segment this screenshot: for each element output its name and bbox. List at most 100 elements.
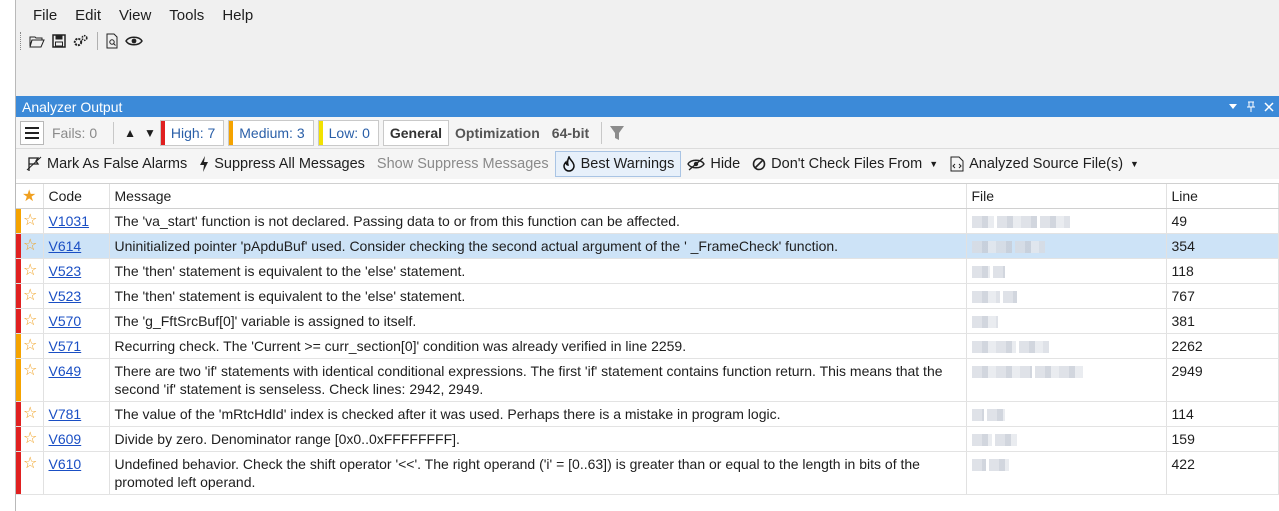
open-folder-icon[interactable] xyxy=(27,31,47,51)
star-outline-icon[interactable]: ☆ xyxy=(23,362,37,379)
settings-gears-icon[interactable] xyxy=(71,31,91,51)
warning-code-link[interactable]: V523 xyxy=(49,288,82,304)
code-cell[interactable]: V570 xyxy=(43,308,110,334)
code-cell[interactable]: V609 xyxy=(43,426,110,452)
dropdown-icon[interactable] xyxy=(1227,101,1239,113)
warning-code-link[interactable]: V570 xyxy=(49,313,82,329)
table-row[interactable]: ☆ V523 The 'then' statement is equivalent … xyxy=(16,258,1279,284)
menu-view[interactable]: View xyxy=(110,7,160,24)
code-cell[interactable]: V523 xyxy=(43,258,110,284)
code-cell[interactable]: V649 xyxy=(43,358,110,402)
warning-code-link[interactable]: V614 xyxy=(49,238,82,254)
dont-check-files-dropdown[interactable]: Don't Check Files From ▼ xyxy=(746,151,944,177)
favorite-cell[interactable]: ☆ xyxy=(16,333,44,359)
code-cell[interactable]: V614 xyxy=(43,233,110,259)
menu-file[interactable]: File xyxy=(24,7,66,24)
star-outline-icon[interactable]: ☆ xyxy=(23,405,37,422)
file-cell[interactable] xyxy=(966,258,1167,284)
save-icon[interactable] xyxy=(49,31,69,51)
file-cell[interactable] xyxy=(966,401,1167,427)
line-cell: 114 xyxy=(1166,401,1279,427)
warning-code-link[interactable]: V609 xyxy=(49,431,82,447)
next-arrow-icon[interactable]: ▼ xyxy=(144,126,156,140)
favorite-cell[interactable]: ☆ xyxy=(16,358,44,402)
warning-code-link[interactable]: V571 xyxy=(49,338,82,354)
mark-false-alarms-button[interactable]: Mark As False Alarms xyxy=(20,151,193,177)
menu-hamburger-icon[interactable] xyxy=(20,120,44,145)
table-row[interactable]: ☆ V570 The 'g_FftSrcBuf[0]' variable is as… xyxy=(16,308,1279,334)
code-cell[interactable]: V571 xyxy=(43,333,110,359)
column-header-code[interactable]: Code xyxy=(43,184,110,209)
show-suppress-messages-button[interactable]: Show Suppress Messages xyxy=(371,151,555,177)
star-outline-icon[interactable]: ☆ xyxy=(23,212,37,229)
file-cell[interactable] xyxy=(966,283,1167,309)
column-header-message[interactable]: Message xyxy=(109,184,967,209)
tab-general[interactable]: General xyxy=(382,119,450,146)
favorite-cell[interactable]: ☆ xyxy=(16,451,44,495)
file-cell[interactable] xyxy=(966,208,1167,234)
best-warnings-button[interactable]: Best Warnings xyxy=(554,151,682,177)
table-row[interactable]: ☆ V649 There are two 'if' statements with … xyxy=(16,358,1279,402)
analyzed-source-files-dropdown[interactable]: Analyzed Source File(s) ▼ xyxy=(944,151,1145,177)
toolbar-grip[interactable] xyxy=(20,32,23,50)
star-outline-icon[interactable]: ☆ xyxy=(23,430,37,447)
warning-code-link[interactable]: V523 xyxy=(49,263,82,279)
table-row[interactable]: ☆ V523 The 'then' statement is equivalent … xyxy=(16,283,1279,309)
star-outline-icon[interactable]: ☆ xyxy=(23,312,37,329)
close-icon[interactable] xyxy=(1263,101,1275,113)
tab-64-bit[interactable]: 64-bit xyxy=(546,120,595,146)
warning-code-link[interactable]: V781 xyxy=(49,406,82,422)
table-row[interactable]: ☆ V610 Undefined behavior. Check the shift… xyxy=(16,451,1279,495)
favorite-cell[interactable]: ☆ xyxy=(16,401,44,427)
warning-code-link[interactable]: V649 xyxy=(49,363,82,379)
code-cell[interactable]: V610 xyxy=(43,451,110,495)
pin-icon[interactable] xyxy=(1245,101,1257,113)
find-document-icon[interactable] xyxy=(102,31,122,51)
redacted-filename xyxy=(971,215,994,228)
file-cell[interactable] xyxy=(966,233,1167,259)
star-outline-icon[interactable]: ☆ xyxy=(23,262,37,279)
table-row[interactable]: ☆ V614 Uninitialized pointer 'pApduBuf' us… xyxy=(16,233,1279,259)
code-cell[interactable]: V781 xyxy=(43,401,110,427)
favorite-cell[interactable]: ☆ xyxy=(16,426,44,452)
star-outline-icon[interactable]: ☆ xyxy=(23,237,37,254)
star-outline-icon[interactable]: ☆ xyxy=(23,455,37,472)
file-cell[interactable] xyxy=(966,451,1167,495)
warning-code-link[interactable]: V1031 xyxy=(49,213,89,229)
favorite-cell[interactable]: ☆ xyxy=(16,258,44,284)
code-cell[interactable]: V523 xyxy=(43,283,110,309)
menu-help[interactable]: Help xyxy=(213,7,262,24)
column-header-line[interactable]: Line xyxy=(1166,184,1279,209)
suppress-all-messages-button[interactable]: Suppress All Messages xyxy=(193,151,371,177)
file-cell[interactable] xyxy=(966,333,1167,359)
table-row[interactable]: ☆ V781 The value of the 'mRtcHdId' index i… xyxy=(16,401,1279,427)
file-cell[interactable] xyxy=(966,426,1167,452)
previous-arrow-icon[interactable]: ▲ xyxy=(124,126,136,140)
favorite-cell[interactable]: ☆ xyxy=(16,208,44,234)
warning-code-link[interactable]: V610 xyxy=(49,456,82,472)
table-row[interactable]: ☆ V571 Recurring check. The 'Current >= cu… xyxy=(16,333,1279,359)
eye-icon[interactable] xyxy=(124,31,144,51)
filter-low[interactable]: Low: 0 xyxy=(317,119,379,146)
table-row[interactable]: ☆ V609 Divide by zero. Denominator range [… xyxy=(16,426,1279,452)
table-row[interactable]: ☆ V1031 The 'va_start' function is not dec… xyxy=(16,208,1279,234)
table-header: ★ Code Message File Line xyxy=(16,184,1279,209)
favorite-cell[interactable]: ☆ xyxy=(16,283,44,309)
file-cell[interactable] xyxy=(966,358,1167,402)
file-cell[interactable] xyxy=(966,308,1167,334)
hide-button[interactable]: Hide xyxy=(681,151,746,177)
favorite-cell[interactable]: ☆ xyxy=(16,308,44,334)
column-header-file[interactable]: File xyxy=(966,184,1167,209)
menu-edit[interactable]: Edit xyxy=(66,7,110,24)
star-outline-icon[interactable]: ☆ xyxy=(23,287,37,304)
favorite-cell[interactable]: ☆ xyxy=(16,233,44,259)
tab-optimization[interactable]: Optimization xyxy=(449,120,546,146)
star-outline-icon[interactable]: ☆ xyxy=(23,337,37,354)
fails-counter[interactable]: Fails: 0 xyxy=(52,125,97,141)
filter-medium[interactable]: Medium: 3 xyxy=(228,119,314,146)
filter-high[interactable]: High: 7 xyxy=(159,119,225,146)
filter-funnel-icon[interactable] xyxy=(610,125,625,141)
favorite-column-header[interactable]: ★ xyxy=(16,184,44,209)
code-cell[interactable]: V1031 xyxy=(43,208,110,234)
menu-tools[interactable]: Tools xyxy=(160,7,213,24)
